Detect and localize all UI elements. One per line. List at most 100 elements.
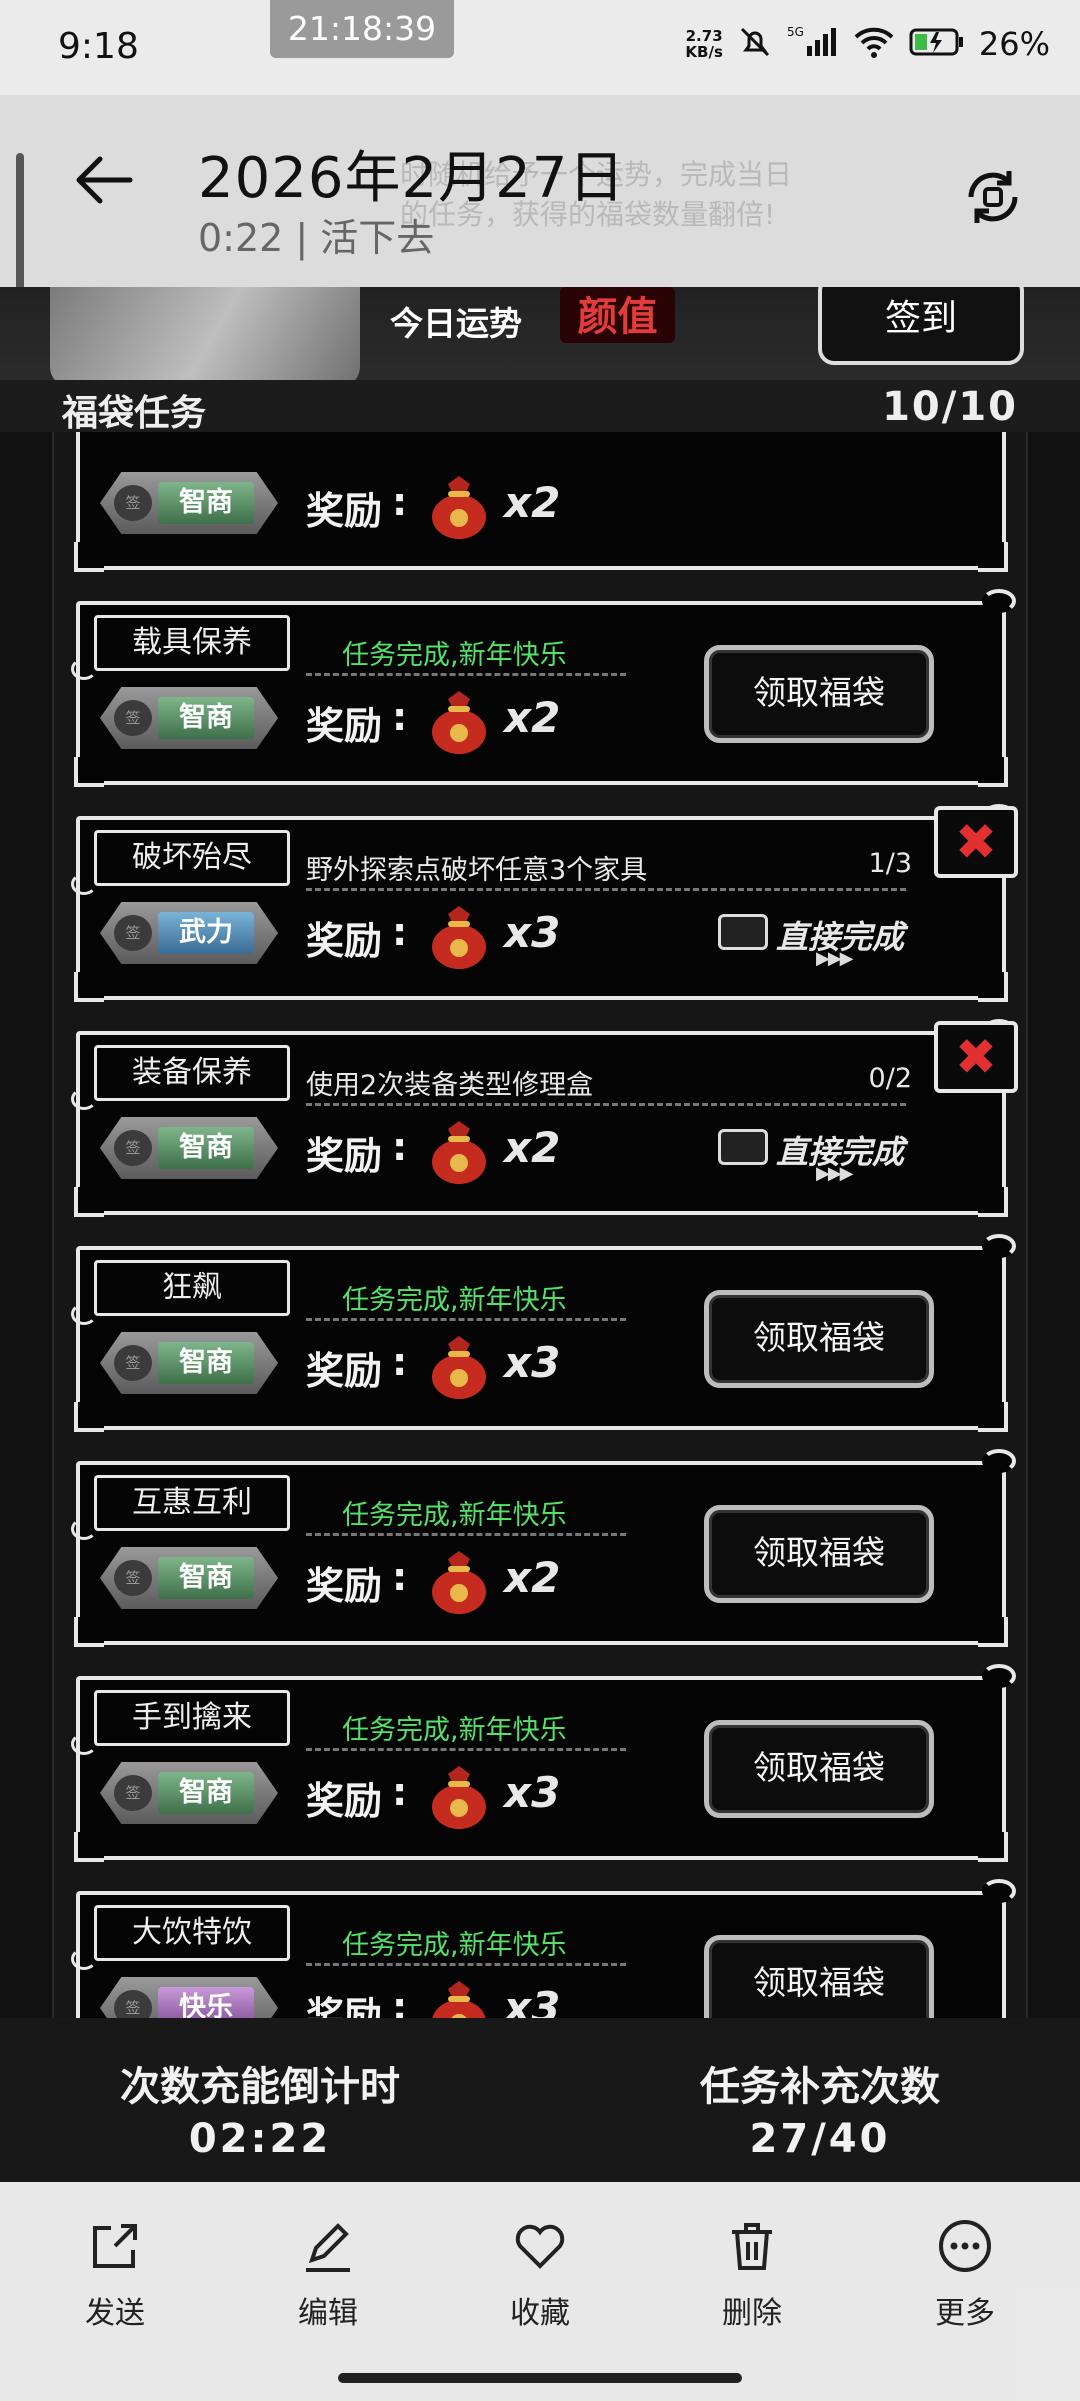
claim-bag-button[interactable]: 领取福袋 [704,1290,934,1388]
seal-icon: 签 [114,1130,152,1166]
scroll-indicator [16,153,24,287]
attribute-kind: 智商 [158,1557,254,1599]
mute-bell-icon [737,24,773,64]
recharge-countdown: 次数充能倒计时 02:22 [60,2054,460,2162]
close-icon: ✖ [955,813,997,871]
recharge-label: 次数充能倒计时 [120,2064,400,2110]
more-button[interactable]: 更多 [895,2216,1035,2332]
claim-bag-button[interactable]: 领取福袋 [704,1720,934,1818]
close-task-button[interactable]: ✖ [934,806,1018,878]
reward-label: 奖励 [306,1349,383,1393]
bottom-toolbar: 发送 编辑 收藏 删除 更多 [0,2182,1080,2401]
card-corner [74,1832,104,1862]
task-name-text: 互惠互利 [132,1485,252,1520]
attribute-tag: 签智商 [100,472,278,534]
task-card: 狂飙 任务完成,新年快乐 领取福袋签智商 奖励: x3 [71,1234,1016,1432]
lucky-bag-icon [428,1764,490,1830]
game-stats: 次数充能倒计时 02:22 任务补充次数 27/40 [0,2018,1080,2182]
back-button[interactable] [70,145,140,215]
reward-label: 奖励 [306,1134,383,1178]
task-panel[interactable]: 领取福袋签智商奖励:x2载具保养任务完成,新年快乐领取福袋签智商奖励:x2破坏殆… [52,432,1028,2018]
card-corner [978,757,1008,787]
task-name-text: 手到擒来 [132,1700,252,1735]
task-divider [306,1963,626,1966]
reward-multiplier: x3 [504,1768,561,1817]
trash-icon [732,2223,772,2270]
attribute-kind: 智商 [158,1342,254,1384]
claim-bag-button[interactable]: 领取福袋 [704,1505,934,1603]
rotate-icon [968,171,1018,223]
page-subtitle: 0:22 | 活下去 [198,216,435,260]
task-description: 使用2次装备类型修理盒 [306,1070,594,1101]
send-button[interactable]: 发送 [45,2216,185,2332]
task-list: 领取福袋签智商奖励:x2载具保养任务完成,新年快乐领取福袋签智商奖励:x2破坏殆… [54,432,1026,2018]
card-corner [978,1187,1008,1217]
top-bar: 时随机给予一个运势，完成当日 的任务，获得的福袋数量翻倍! 2026年2月27日… [0,95,1080,287]
task-card: 大饮特饮 任务完成,新年快乐 领取福袋签快乐 奖励: x3 [71,1879,1016,2018]
task-name: 载具保养 [71,615,290,680]
attribute-tag: 签智商 [100,1762,278,1824]
more-label: 更多 [935,2296,995,2331]
edit-button[interactable]: 编辑 [258,2216,398,2332]
reward-label: 奖励 [306,919,383,963]
panel-count: 10/10 [882,384,1018,430]
task-status: 任务完成,新年快乐 [342,1500,567,1531]
reward-colon: : [392,1125,408,1169]
share-icon [93,2224,137,2268]
refill-label: 任务补充次数 [700,2064,940,2110]
task-name: 手到擒来 [71,1690,290,1755]
seal-icon: 签 [114,1560,152,1596]
card-corner [74,1402,104,1432]
wifi-icon [853,24,895,64]
delete-button[interactable]: 删除 [682,2216,822,2332]
seal-icon: 签 [114,915,152,951]
panel-title: 福袋任务 [62,393,207,434]
task-card: 互惠互利 任务完成,新年快乐 领取福袋签智商 奖励: x2 [71,1449,1016,1647]
rotate-button[interactable] [961,165,1025,229]
swirl-ornament [71,1733,97,1755]
reward-multiplier: x2 [504,1553,561,1602]
status-icons: 2.73 KB/s 5G 26% [685,24,1050,64]
recording-clock: 21:18:39 [270,0,454,58]
lucky-bag-icon [428,1334,490,1400]
reward-colon: : [392,1770,408,1814]
instant-complete-button[interactable]: 直接完成 ▶▶▶ [718,1127,976,1184]
reward-label: 奖励 [306,1994,383,2018]
claim-bag-button[interactable]: 领取福袋 [704,645,934,743]
attribute-kind: 智商 [158,1127,254,1169]
game-fortune-strip: 今日运势 颜值 签到 [0,287,1080,380]
reward-multiplier: x2 [504,1123,561,1172]
task-divider [306,1748,626,1751]
seal-icon: 签 [114,1775,152,1811]
reward-label: 奖励 [306,704,383,748]
arrows-icon: ▶▶▶ [816,1163,854,1184]
close-task-button[interactable]: ✖ [934,1021,1018,1093]
card-corner [978,1832,1008,1862]
swirl-ornament [71,873,97,895]
favorite-button[interactable]: 收藏 [470,2216,610,2332]
favorite-label: 收藏 [510,2296,570,2331]
reward-colon: : [392,910,408,954]
swirl-ornament [71,1518,97,1540]
net-speed: 2.73 KB/s [685,28,722,60]
reward-colon: : [392,1340,408,1384]
task-divider [306,1318,626,1321]
network-type: 5G [787,25,804,39]
task-panel-header: 福袋任务 10/10 [0,380,1080,434]
swirl-ornament [71,1948,97,1970]
instant-complete-button[interactable]: 直接完成 ▶▶▶ [718,912,976,969]
card-corner [74,1187,104,1217]
home-indicator[interactable] [338,2373,742,2383]
claim-bag-button[interactable]: 领取福袋 [704,1935,934,2018]
seal-icon: 签 [114,485,152,521]
card-corner [978,1617,1008,1647]
battery-percent: 26% [978,25,1050,63]
sign-in-button[interactable]: 签到 [818,287,1024,365]
lucky-bag-icon [428,689,490,755]
card-swirl-ornament [982,589,1016,613]
close-icon: ✖ [955,1028,997,1086]
attribute-kind: 智商 [158,482,254,524]
task-divider [306,888,906,891]
task-divider [306,1533,626,1536]
page-title: 2026年2月27日 [198,146,626,211]
